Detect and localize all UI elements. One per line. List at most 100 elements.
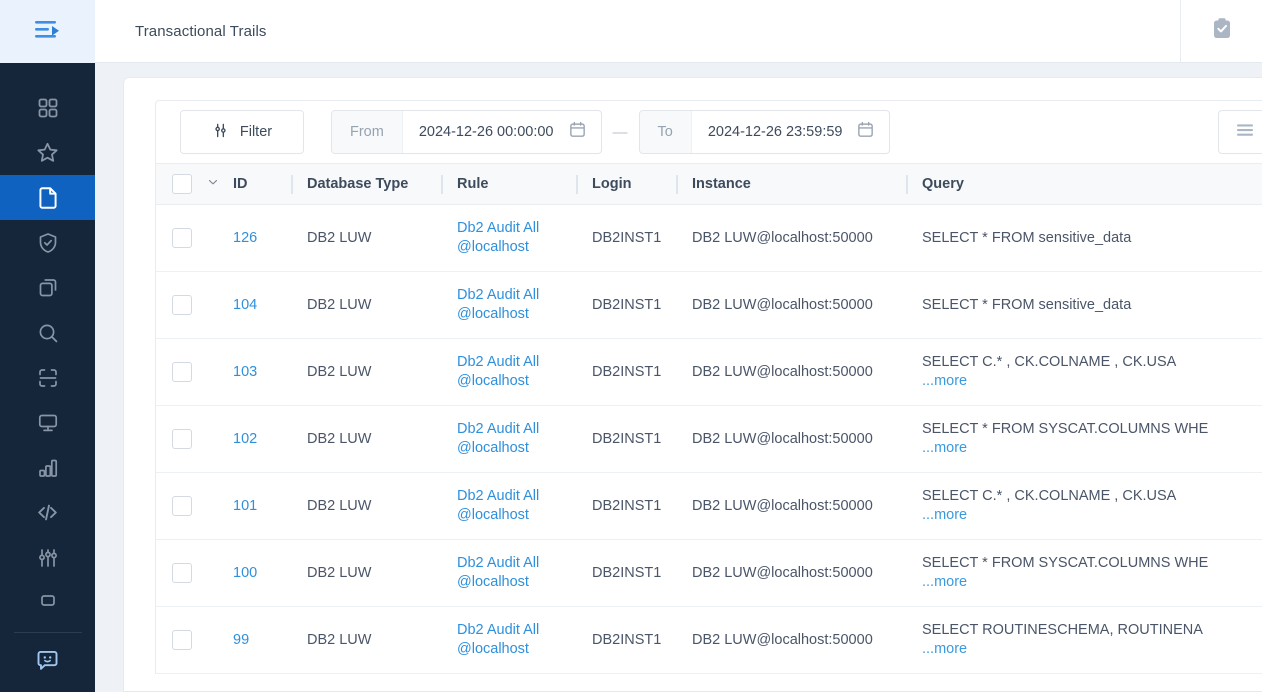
query-more-link[interactable]: ...more [922, 573, 1262, 592]
cell-query: SELECT ROUTINESCHEMA, ROUTINENA ...more [906, 606, 1262, 674]
header-login[interactable]: Login [576, 163, 676, 205]
id-link[interactable]: 126 [233, 230, 257, 246]
query-text: SELECT * FROM sensitive_data [922, 229, 1132, 246]
header-db-type[interactable]: Database Type [291, 163, 441, 205]
column-options-button[interactable] [1218, 110, 1262, 154]
id-link[interactable]: 101 [233, 498, 257, 514]
cell-db-type: DB2 LUW [291, 405, 441, 473]
sidebar-item-dashboard[interactable] [0, 85, 95, 130]
cell-rule: Db2 Audit All @localhost [441, 204, 576, 272]
table-row[interactable]: 102 DB2 LUW Db2 Audit All @localhost DB2INS… [156, 405, 1262, 473]
cell-rule: Db2 Audit All @localhost [441, 405, 576, 473]
row-checkbox[interactable] [172, 630, 192, 650]
id-link[interactable]: 104 [233, 297, 257, 313]
id-link[interactable]: 103 [233, 364, 257, 380]
clipboard-check-button[interactable] [1180, 0, 1262, 63]
cell-id: 104 [217, 271, 291, 339]
table-row[interactable]: 101 DB2 LUW Db2 Audit All @localhost DB2INS… [156, 472, 1262, 540]
sidebar-item-favorites[interactable] [0, 130, 95, 175]
rule-link[interactable]: Db2 Audit All @localhost [457, 555, 539, 590]
chat-smiley-icon [34, 647, 61, 674]
to-date-field[interactable]: To 2024-12-26 23:59:59 [638, 110, 891, 154]
header-query[interactable]: Query [906, 163, 1262, 205]
id-link[interactable]: 99 [233, 632, 249, 648]
sidebar-item-analytics[interactable] [0, 445, 95, 490]
support-chat-button[interactable] [0, 633, 95, 692]
cell-db-type: DB2 LUW [291, 606, 441, 674]
table-row[interactable]: 104 DB2 LUW Db2 Audit All @localhost DB2INS… [156, 271, 1262, 339]
sidebar-toggle-button[interactable] [0, 0, 95, 63]
table-row[interactable]: 126 DB2 LUW Db2 Audit All @localhost DB2INS… [156, 204, 1262, 272]
rule-link[interactable]: Db2 Audit All @localhost [457, 287, 539, 322]
query-more-link[interactable]: ...more [922, 372, 1262, 391]
sidebar-item-scan[interactable] [0, 355, 95, 400]
header-id[interactable]: ID [217, 163, 291, 205]
filter-button[interactable]: Filter [180, 110, 304, 154]
document-icon [35, 185, 61, 211]
query-text: SELECT C.* , CK.COLNAME , CK.USA [922, 354, 1177, 371]
row-checkbox[interactable] [172, 496, 192, 516]
monitor-icon [36, 411, 60, 435]
query-text: SELECT * FROM SYSCAT.COLUMNS WHE [922, 555, 1209, 572]
to-calendar-button[interactable] [856, 120, 889, 144]
query-more-link[interactable]: ...more [922, 640, 1262, 659]
from-calendar-button[interactable] [568, 120, 601, 144]
header-rule-label: Rule [457, 176, 489, 192]
clipboard-check-icon [1211, 17, 1233, 46]
cell-id: 99 [217, 606, 291, 674]
row-checkbox[interactable] [172, 563, 192, 583]
select-all-checkbox[interactable] [172, 174, 192, 194]
rule-link[interactable]: Db2 Audit All @localhost [457, 220, 539, 255]
toolbar-right-actions [1218, 110, 1262, 154]
sidebar-item-security[interactable] [0, 220, 95, 265]
sidebar-item-copies[interactable] [0, 265, 95, 310]
sliders-icon [212, 122, 229, 143]
cell-rule: Db2 Audit All @localhost [441, 338, 576, 406]
header-instance[interactable]: Instance [676, 163, 906, 205]
header-rule[interactable]: Rule [441, 163, 576, 205]
rule-link[interactable]: Db2 Audit All @localhost [457, 421, 539, 456]
to-date-input[interactable]: 2024-12-26 23:59:59 [692, 124, 857, 140]
partial-icon [36, 591, 60, 615]
rule-link[interactable]: Db2 Audit All @localhost [457, 622, 539, 657]
trails-card: Filter From 2024-12-26 00:00:00 — To 202… [123, 77, 1262, 692]
query-text: SELECT C.* , CK.COLNAME , CK.USA [922, 488, 1177, 505]
cell-id: 103 [217, 338, 291, 406]
scan-frame-icon [36, 366, 60, 390]
sidebar-item-discovery[interactable] [0, 310, 95, 355]
sidebar-item-monitors[interactable] [0, 400, 95, 445]
sidebar-item-reports[interactable] [0, 175, 95, 220]
sidebar-item-more[interactable] [0, 580, 95, 625]
row-select-cell [156, 606, 217, 674]
cell-instance: DB2 LUW@localhost:50000 [676, 539, 906, 607]
rule-link[interactable]: Db2 Audit All @localhost [457, 488, 539, 523]
table-row[interactable]: 99 DB2 LUW Db2 Audit All @localhost DB2INST… [156, 606, 1262, 674]
from-date-input[interactable]: 2024-12-26 00:00:00 [403, 124, 568, 140]
table-row[interactable]: 100 DB2 LUW Db2 Audit All @localhost DB2INS… [156, 539, 1262, 607]
cell-login: DB2INST1 [576, 539, 676, 607]
table-row[interactable]: 103 DB2 LUW Db2 Audit All @localhost DB2INS… [156, 338, 1262, 406]
cell-instance: DB2 LUW@localhost:50000 [676, 472, 906, 540]
row-checkbox[interactable] [172, 295, 192, 315]
from-date-field[interactable]: From 2024-12-26 00:00:00 [331, 110, 602, 154]
id-link[interactable]: 102 [233, 431, 257, 447]
trails-table: ID Database Type Rule Login Instance Que… [156, 163, 1262, 674]
row-checkbox[interactable] [172, 429, 192, 449]
cell-id: 102 [217, 405, 291, 473]
query-more-link[interactable]: ...more [922, 506, 1262, 525]
sidebar-item-settings[interactable] [0, 535, 95, 580]
header-db-type-label: Database Type [307, 176, 409, 192]
row-checkbox[interactable] [172, 362, 192, 382]
cell-rule: Db2 Audit All @localhost [441, 271, 576, 339]
id-link[interactable]: 100 [233, 565, 257, 581]
rule-link[interactable]: Db2 Audit All @localhost [457, 354, 539, 389]
table-header-row: ID Database Type Rule Login Instance Que… [156, 163, 1262, 205]
sidebar-item-api[interactable] [0, 490, 95, 535]
query-more-link[interactable]: ...more [922, 439, 1262, 458]
page-title: Transactional Trails [135, 22, 267, 40]
query-text: SELECT * FROM sensitive_data [922, 296, 1132, 313]
query-text: SELECT ROUTINESCHEMA, ROUTINENA [922, 622, 1203, 639]
cell-rule: Db2 Audit All @localhost [441, 472, 576, 540]
cell-instance: DB2 LUW@localhost:50000 [676, 204, 906, 272]
row-checkbox[interactable] [172, 228, 192, 248]
